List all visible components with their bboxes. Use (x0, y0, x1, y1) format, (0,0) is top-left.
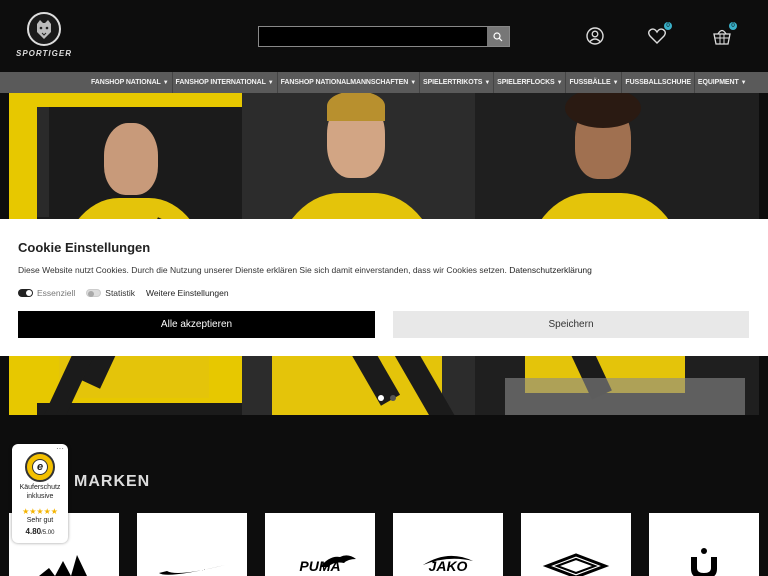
brand-tile-puma[interactable]: PUMA (265, 513, 375, 576)
statistic-label: Statistik (105, 288, 136, 298)
slider-dot[interactable] (378, 395, 384, 401)
main-nav: Fanshop National ▼ Fanshop International ▼… (0, 72, 768, 93)
nav-item-spielerflocks[interactable]: Spielerflocks ▼ (494, 72, 567, 93)
brand-tile-uhlsport[interactable] (649, 513, 759, 576)
caret-down-icon: ▼ (410, 80, 417, 86)
account-button[interactable] (585, 26, 605, 46)
trust-line1: Käuferschutz (19, 484, 61, 491)
user-icon (586, 27, 604, 45)
statistic-toggle[interactable] (86, 289, 102, 297)
caret-down-icon: ▼ (740, 80, 747, 86)
nav-item-fanshop-national[interactable]: Fanshop National ▼ (88, 72, 173, 93)
nav-item-label: Fanshop National (91, 79, 161, 86)
trust-grade: Sehr gut (26, 517, 54, 524)
caret-down-icon: ▼ (267, 80, 274, 86)
cart-count: 0 (729, 22, 737, 30)
brand-tile-nike[interactable] (137, 513, 247, 576)
logo[interactable]: SPORTIGER (10, 12, 78, 60)
nav-item-fussballschuhe[interactable]: Fussballschuhe (622, 72, 695, 93)
header: SPORTIGER 0 0 (0, 0, 768, 72)
essential-toggle[interactable] (18, 289, 33, 297)
nav-item-fussbaelle[interactable]: Fussbälle ▼ (566, 72, 623, 93)
cookie-toggles: Essenziell Statistik Weitere Einstellung… (18, 288, 750, 298)
logo-text: SPORTIGER (16, 49, 72, 58)
slider-dot[interactable] (390, 395, 396, 401)
cookie-text: Diese Website nutzt Cookies. Durch die N… (18, 265, 750, 275)
umbro-diamond-icon (542, 553, 610, 576)
nav-item-label: Fussballschuhe (625, 79, 691, 86)
nav-item-equipment[interactable]: Equipment ▼ (695, 72, 750, 93)
privacy-link[interactable]: Datenschutzerklärung (509, 265, 592, 275)
save-button[interactable]: Speichern (393, 311, 749, 338)
cookie-title: Cookie Einstellungen (18, 240, 151, 255)
trust-seal-icon: e (25, 452, 55, 482)
trust-score: 4.80/5.00 (12, 527, 68, 536)
cookie-banner: Cookie Einstellungen Diese Website nutzt… (0, 219, 768, 356)
wishlist-button[interactable]: 0 (647, 22, 672, 46)
cookie-description: Diese Website nutzt Cookies. Durch die N… (18, 265, 507, 275)
nav-item-label: Fanshop International (175, 79, 266, 86)
nav-item-label: Fussbälle (569, 79, 611, 86)
nav-item-label: Fanshop Nationalmannschaften (280, 79, 409, 86)
trust-line2: inklusive (26, 493, 54, 500)
nike-logo-icon (159, 565, 225, 575)
nav-item-label: Spielertrikots (423, 79, 483, 86)
jako-wing-icon (423, 555, 473, 565)
caret-down-icon: ▼ (612, 80, 619, 86)
basket-icon (713, 29, 731, 45)
trust-text: Käuferschutz inklusive (12, 483, 68, 501)
search-button[interactable] (487, 27, 509, 46)
accept-all-button[interactable]: Alle akzeptieren (18, 311, 375, 338)
caret-down-icon: ▼ (556, 80, 563, 86)
slider-dots (378, 395, 396, 401)
search-icon (493, 31, 503, 41)
trust-badge[interactable]: ··· e Käuferschutz inklusive ★★★★★ Sehr … (12, 444, 68, 543)
nav-item-fanshop-nationalmannschaften[interactable]: Fanshop Nationalmannschaften ▼ (278, 72, 421, 93)
wishlist-count: 0 (664, 22, 672, 30)
nav-item-label: Equipment (697, 79, 739, 86)
puma-cat-icon (320, 555, 356, 567)
cart-button[interactable]: 0 (712, 22, 737, 46)
caret-down-icon: ▼ (484, 80, 491, 86)
more-icon[interactable]: ··· (56, 444, 64, 453)
heart-icon (648, 28, 666, 44)
more-settings-link[interactable]: Weitere Einstellungen (146, 288, 229, 298)
tiger-logo-icon (27, 12, 61, 46)
score-max: /5.00 (41, 530, 55, 536)
caret-down-icon: ▼ (162, 80, 169, 86)
nav-item-spielertrikots[interactable]: Spielertrikots ▼ (420, 72, 495, 93)
essential-label: Essenziell (37, 288, 76, 298)
nav-item-fanshop-international[interactable]: Fanshop International ▼ (173, 72, 278, 93)
brands-title: MARKEN (74, 473, 151, 490)
search-input[interactable] (258, 26, 510, 47)
score-value: 4.80 (25, 527, 42, 536)
brand-tile-umbro[interactable] (521, 513, 631, 576)
rating-stars: ★★★★★ (22, 507, 58, 516)
brand-tile-jako[interactable]: JAKO (393, 513, 503, 576)
nav-item-label: Spielerflocks (497, 79, 555, 86)
uhlsport-logo-icon (691, 548, 717, 576)
